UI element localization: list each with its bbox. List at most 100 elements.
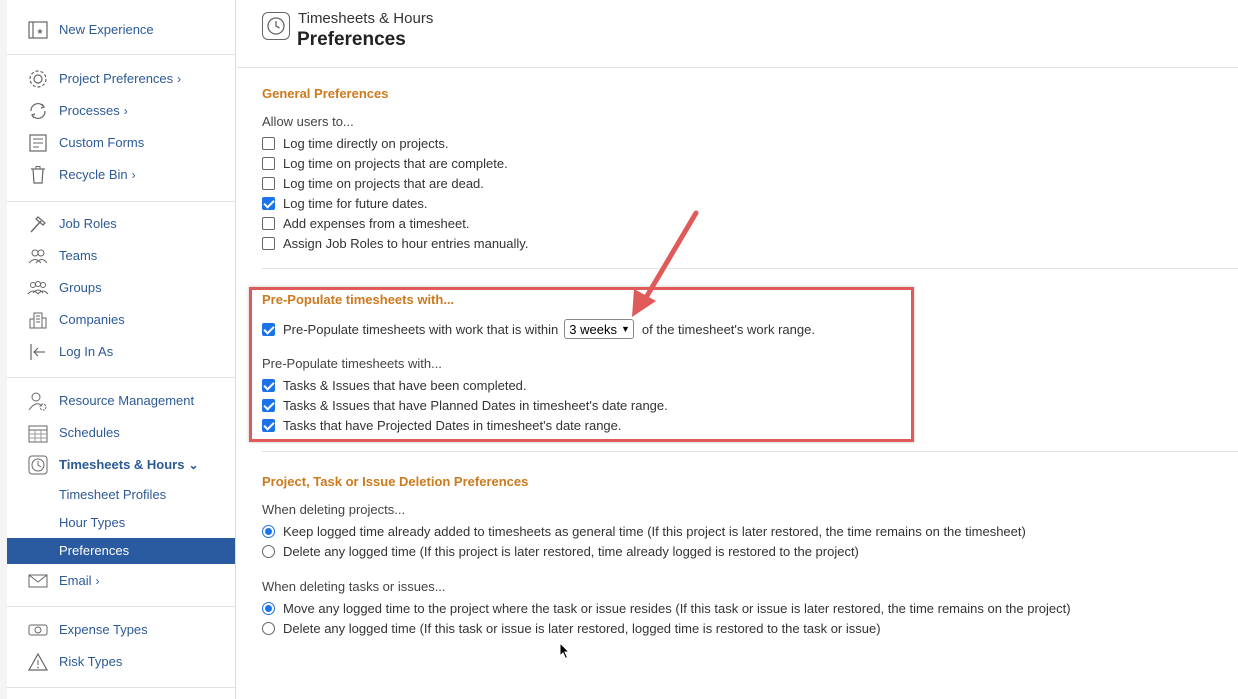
- sidebar-item-teams[interactable]: Teams: [7, 243, 235, 269]
- deletion-project-option-row[interactable]: Delete any logged time (If this project …: [262, 542, 859, 560]
- checkbox[interactable]: [262, 156, 275, 170]
- general-option-row[interactable]: Log time directly on projects.: [262, 134, 448, 152]
- clock-icon: [28, 455, 48, 475]
- sidebar-subitem-preferences[interactable]: Preferences: [7, 538, 235, 564]
- option-label: Assign Job Roles to hour entries manuall…: [283, 235, 529, 251]
- svg-text:★: ★: [36, 27, 43, 36]
- radio[interactable]: [262, 621, 275, 635]
- sidebar-item-label: Risk Types: [59, 654, 123, 669]
- sidebar-item-project-preferences[interactable]: Project Preferences ›: [7, 66, 235, 92]
- sidebar-item-groups[interactable]: Groups: [7, 275, 235, 301]
- deletion-preferences-title: Project, Task or Issue Deletion Preferen…: [262, 474, 529, 489]
- chevron-right-icon: ›: [131, 168, 136, 182]
- warning-icon: [27, 652, 49, 671]
- section-divider: [262, 268, 1238, 269]
- radio[interactable]: [262, 601, 275, 615]
- general-option-row[interactable]: Log time on projects that are complete.: [262, 154, 508, 172]
- sidebar-item-label: Schedules: [59, 425, 120, 440]
- sidebar-item-label: Expense Types: [59, 622, 148, 637]
- sidebar-item-job-roles[interactable]: Job Roles: [7, 211, 235, 237]
- sidebar-item-label: Timesheets & Hours: [59, 457, 185, 472]
- sidebar-item-label: Custom Forms: [59, 135, 145, 150]
- checkbox[interactable]: [262, 236, 275, 250]
- hammer-icon: [30, 216, 46, 233]
- breadcrumb: Timesheets & Hours: [298, 10, 434, 27]
- sidebar-item-schedules[interactable]: Schedules: [7, 420, 235, 446]
- sidebar-subitem-timesheet-profiles[interactable]: Timesheet Profiles: [7, 482, 235, 508]
- sidebar-item-custom-forms[interactable]: Custom Forms: [7, 130, 235, 156]
- sidebar-item-label: Email: [59, 573, 92, 588]
- chevron-down-icon: ⌄: [188, 458, 199, 472]
- sidebar-item-log-in-as[interactable]: Log In As: [7, 339, 235, 365]
- building-icon: [29, 312, 47, 329]
- option-label: Log time for future dates.: [283, 195, 428, 211]
- sidebar-item-email[interactable]: Email ›: [7, 568, 235, 594]
- custom-forms-icon: [29, 134, 47, 152]
- sidebar-subitem-label: Preferences: [59, 543, 130, 558]
- sidebar-item-new-experience[interactable]: ★ New Experience: [7, 17, 235, 43]
- sidebar-item-processes[interactable]: Processes ›: [7, 98, 235, 124]
- sidebar-item-label: Job Roles: [59, 216, 117, 231]
- option-label: Log time directly on projects.: [283, 135, 449, 151]
- sidebar-item-recycle-bin[interactable]: Recycle Bin ›: [7, 162, 235, 188]
- general-preferences-title: General Preferences: [262, 86, 389, 101]
- sidebar: ★ New Experience Project Preferences › Pr…: [0, 0, 236, 699]
- checkbox[interactable]: [262, 196, 275, 210]
- chevron-right-icon: ›: [95, 574, 100, 588]
- general-option-row[interactable]: Assign Job Roles to hour entries manuall…: [262, 234, 528, 252]
- page-header: Timesheets & Hours Preferences: [237, 0, 1238, 68]
- sidebar-item-risk-types[interactable]: Risk Types: [7, 649, 235, 675]
- money-icon: [28, 624, 48, 636]
- sidebar-item-label: Companies: [59, 312, 125, 327]
- calendar-icon: [28, 425, 48, 443]
- general-option-row[interactable]: Log time for future dates.: [262, 194, 428, 212]
- chevron-right-icon: ›: [177, 72, 182, 86]
- allow-users-label: Allow users to...: [262, 114, 354, 129]
- gear-icon: [29, 70, 47, 88]
- sidebar-item-label: Project Preferences: [59, 71, 174, 86]
- processes-icon: [30, 103, 46, 119]
- sidebar-subitem-label: Hour Types: [59, 515, 126, 530]
- option-label: Delete any logged time (If this project …: [283, 543, 859, 559]
- deleting-projects-label: When deleting projects...: [262, 502, 406, 517]
- divider: [7, 54, 235, 55]
- annotation-arrow-icon: [632, 210, 699, 317]
- sidebar-panel: ★ New Experience Project Preferences › Pr…: [7, 0, 235, 699]
- deleting-tasks-label: When deleting tasks or issues...: [262, 579, 446, 594]
- divider: [7, 687, 235, 688]
- option-label: Log time on projects that are dead.: [283, 175, 484, 191]
- deletion-task-option-row[interactable]: Move any logged time to the project wher…: [262, 599, 1071, 617]
- sidebar-item-expense-types[interactable]: Expense Types: [7, 617, 235, 643]
- radio[interactable]: [262, 524, 275, 538]
- sidebar-item-label: Log In As: [59, 344, 114, 359]
- chevron-right-icon: ›: [123, 104, 128, 118]
- trash-icon: [31, 166, 45, 184]
- general-option-row[interactable]: Log time on projects that are dead.: [262, 174, 484, 192]
- radio[interactable]: [262, 544, 275, 558]
- sidebar-item-label: New Experience: [59, 22, 154, 37]
- checkbox[interactable]: [262, 216, 275, 230]
- option-label: Add expenses from a timesheet.: [283, 215, 470, 231]
- checkbox[interactable]: [262, 136, 275, 150]
- email-icon: [28, 574, 48, 588]
- divider: [7, 606, 235, 607]
- sidebar-item-companies[interactable]: Companies: [7, 307, 235, 333]
- sidebar-item-label: Processes: [59, 103, 120, 118]
- resource-management-icon: [28, 392, 47, 411]
- mouse-cursor-icon: [559, 642, 571, 660]
- sidebar-item-label: Resource Management: [59, 393, 195, 408]
- sidebar-item-resource-management[interactable]: Resource Management: [7, 388, 235, 414]
- general-option-row[interactable]: Add expenses from a timesheet.: [262, 214, 469, 232]
- sidebar-item-label: Teams: [59, 248, 98, 263]
- option-label: Delete any logged time (If this task or …: [283, 620, 881, 636]
- deletion-task-option-row[interactable]: Delete any logged time (If this task or …: [262, 619, 881, 637]
- checkbox[interactable]: [262, 176, 275, 190]
- sidebar-item-timesheets-hours[interactable]: Timesheets & Hours ⌄: [7, 452, 235, 478]
- annotation-highlight-box: [249, 287, 914, 442]
- deletion-project-option-row[interactable]: Keep logged time already added to timesh…: [262, 522, 1026, 540]
- teams-icon: [28, 249, 48, 264]
- sidebar-subitem-hour-types[interactable]: Hour Types: [7, 510, 235, 536]
- groups-icon: [27, 281, 49, 295]
- divider: [7, 377, 235, 378]
- divider: [7, 201, 235, 202]
